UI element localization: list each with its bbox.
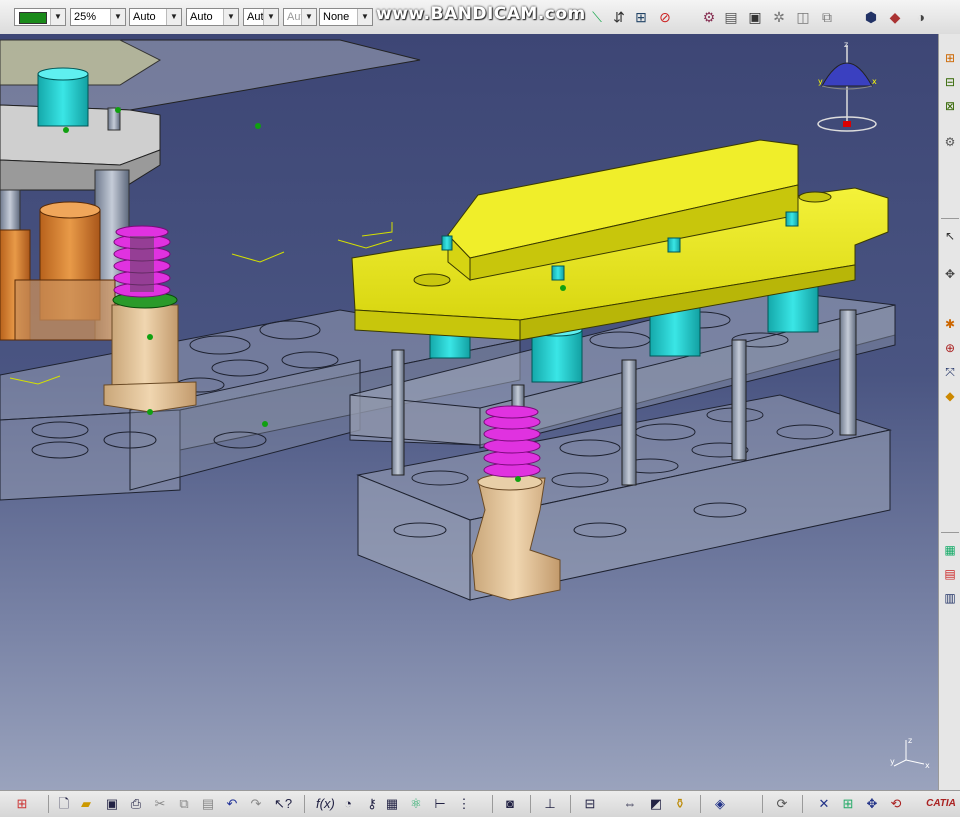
product-icon[interactable]: ⊟	[942, 74, 958, 90]
snap-icon[interactable]: ⚙	[942, 134, 958, 150]
rotate-icon[interactable]: ✥	[864, 796, 880, 812]
chevron-down-icon: ▼	[166, 9, 181, 25]
bom-icon[interactable]: ▦	[942, 542, 958, 558]
cube-view-icon[interactable]: ⧉	[818, 8, 836, 26]
line-thickness-value: Auto	[133, 11, 156, 23]
section-icon[interactable]: ◆	[942, 388, 958, 404]
cut-icon[interactable]: ✂	[152, 796, 168, 812]
whats-this-icon[interactable]: ↖?	[274, 796, 292, 812]
triad-z-label: z	[908, 736, 912, 745]
chevron-down-icon: ▼	[110, 9, 125, 25]
apply-material-icon[interactable]: ⊘	[656, 8, 674, 26]
left-spring-assembly[interactable]	[103, 225, 197, 413]
chevron-down-icon: ▼	[301, 9, 316, 25]
fixed-together-icon[interactable]: ⊥	[542, 796, 558, 812]
view-mode-icon[interactable]: ⬢	[862, 8, 880, 26]
axis-triad: z y x	[890, 734, 932, 770]
redo-icon[interactable]: ↷	[248, 796, 264, 812]
formula-icon[interactable]: f(x)	[316, 796, 335, 812]
print-icon[interactable]: ⎙	[128, 796, 144, 812]
grid-icon[interactable]: ⊞	[14, 796, 30, 812]
hide-icon[interactable]: ◑	[912, 8, 930, 26]
photo-icon[interactable]: ◙	[502, 796, 518, 812]
parameters-icon[interactable]: ⚷	[364, 796, 380, 812]
compass-z-label: z	[844, 40, 848, 49]
assembly-constraint-icon[interactable]: ⊞	[942, 50, 958, 66]
paste-icon[interactable]: ▤	[200, 796, 216, 812]
view-compass[interactable]: z y x	[812, 40, 882, 136]
select-arrow-icon[interactable]: ↖	[942, 228, 958, 244]
chevron-down-icon: ▼	[223, 9, 238, 25]
new-file-icon[interactable]: 🗋	[56, 796, 72, 812]
scene-icon[interactable]: ▥	[942, 590, 958, 606]
chevron-down-icon: ▼	[50, 9, 65, 25]
refresh-icon[interactable]: ⟳	[774, 796, 790, 812]
assembly-scene	[0, 39, 896, 601]
knowledge-icon[interactable]: ◔	[340, 796, 356, 812]
standard-toolbar: ⊞ 🗋 ▰ ▣ ⎙ ✂ ⧉ ▤ ↶ ↷ ↖? f(x) ◔ ⚷ ▦ ⚛ ⊢ ⋮ …	[0, 790, 960, 817]
compass-x-label: x	[872, 77, 877, 86]
measure-item-icon[interactable]: ◩	[648, 796, 664, 812]
swap-space-icon[interactable]: ⇵	[610, 8, 628, 26]
save-icon[interactable]: ▣	[104, 796, 120, 812]
chevron-down-icon: ▼	[263, 9, 278, 25]
measure-icon[interactable]: ⊞	[632, 8, 650, 26]
inertia-icon[interactable]: ⚱	[672, 796, 688, 812]
fit-all-icon[interactable]: ✕	[816, 796, 832, 812]
no-material-icon[interactable]: ⚙	[700, 8, 718, 26]
triad-y-label: y	[890, 757, 895, 766]
triad-x-label: x	[925, 761, 930, 770]
move-icon[interactable]: ⊕	[942, 340, 958, 356]
fill-color-selector[interactable]: ▼	[14, 8, 66, 26]
layer-value: None	[323, 11, 350, 23]
pan-icon[interactable]: ⊞	[840, 796, 856, 812]
rendering-style-selector[interactable]: Aut ▼	[283, 8, 317, 26]
manipulate-icon[interactable]: ✥	[942, 266, 958, 282]
table-icon[interactable]: ▦	[384, 796, 400, 812]
transparency-value: 25%	[74, 11, 97, 23]
copy-icon[interactable]: ⧉	[176, 796, 192, 812]
color-swatch	[19, 12, 47, 24]
line-thickness-selector[interactable]: Auto ▼	[129, 8, 182, 26]
catalog-browser-icon[interactable]: ▤	[942, 566, 958, 582]
zoom-icon[interactable]: ⟲	[888, 796, 904, 812]
structure-icon[interactable]: ⊢	[432, 796, 448, 812]
undo-icon[interactable]: ↶	[224, 796, 240, 812]
expand-icon[interactable]: ⋮	[456, 796, 472, 812]
catalog-icon[interactable]: ▣	[746, 8, 764, 26]
screen-capture-icon[interactable]: ◫	[794, 8, 812, 26]
assembly-toolbar: ⊞ ⊟ ⊠ ⚙ ↖ ✥ ✱ ⊕ ⤧ ◆ ▦ ▤ ▥	[938, 34, 960, 790]
transparency-selector[interactable]: 25% ▼	[70, 8, 126, 26]
line-type-selector[interactable]: Auto ▼	[186, 8, 239, 26]
layout-icon[interactable]: ⊟	[582, 796, 598, 812]
tree-icon[interactable]: ⚛	[408, 796, 424, 812]
tools-palette-icon[interactable]: ▤	[722, 8, 740, 26]
catia-logo: CATIA	[926, 798, 956, 809]
update-icon[interactable]: ✲	[770, 8, 788, 26]
shading-icon[interactable]: ◆	[886, 8, 904, 26]
fly-mode-icon[interactable]: ◈	[712, 796, 728, 812]
distance-icon[interactable]: ⇔	[622, 796, 638, 812]
line-type-value: Auto	[190, 11, 213, 23]
compass-y-label: y	[818, 77, 823, 86]
clash-icon[interactable]: ⤧	[942, 364, 958, 380]
hide-show-icon[interactable]: ⟍	[588, 8, 606, 26]
left-guide-pillars[interactable]	[0, 169, 130, 341]
3d-viewport[interactable]: z y x z y x	[0, 34, 938, 790]
upper-left-plate[interactable]	[0, 39, 421, 191]
point-symbol-selector[interactable]: Aut ▼	[243, 8, 279, 26]
bandicam-watermark: www.BANDICAM.com	[376, 4, 586, 24]
layer-selector[interactable]: None ▼	[319, 8, 373, 26]
insert-component-icon[interactable]: ⊠	[942, 98, 958, 114]
point-symbol-value: Aut	[247, 11, 264, 23]
open-file-icon[interactable]: ▰	[78, 796, 94, 812]
chevron-down-icon: ▼	[357, 9, 372, 25]
explode-icon[interactable]: ✱	[942, 316, 958, 332]
graphic-properties-toolbar: ▼ 25% ▼ Auto ▼ Auto ▼ Aut ▼ Aut ▼ None ▼…	[0, 0, 960, 35]
